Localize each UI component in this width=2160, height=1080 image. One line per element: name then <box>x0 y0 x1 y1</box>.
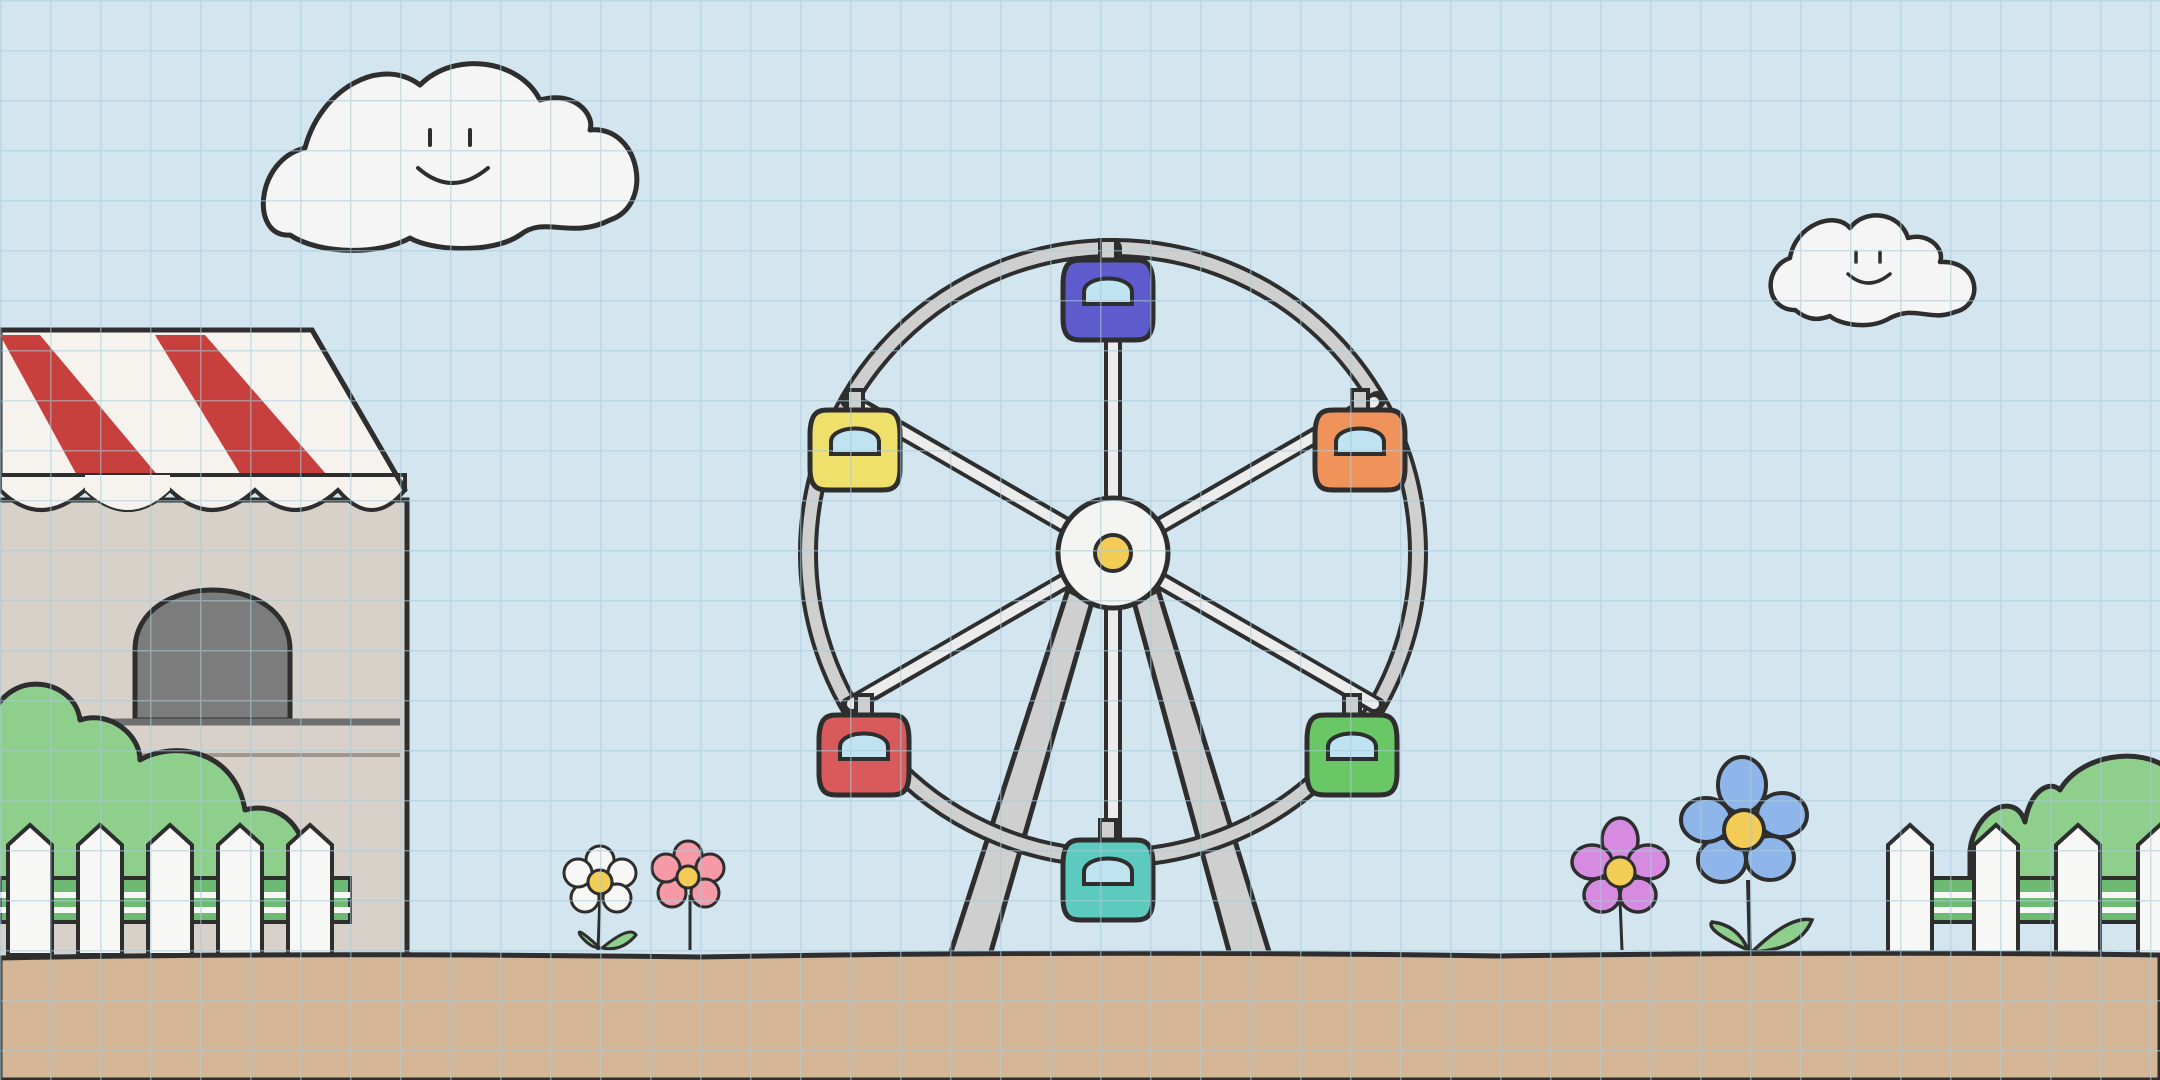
scene-canvas <box>0 0 2160 1080</box>
paper-grid-overlay <box>0 0 2160 1080</box>
game-scene <box>0 0 2160 1080</box>
